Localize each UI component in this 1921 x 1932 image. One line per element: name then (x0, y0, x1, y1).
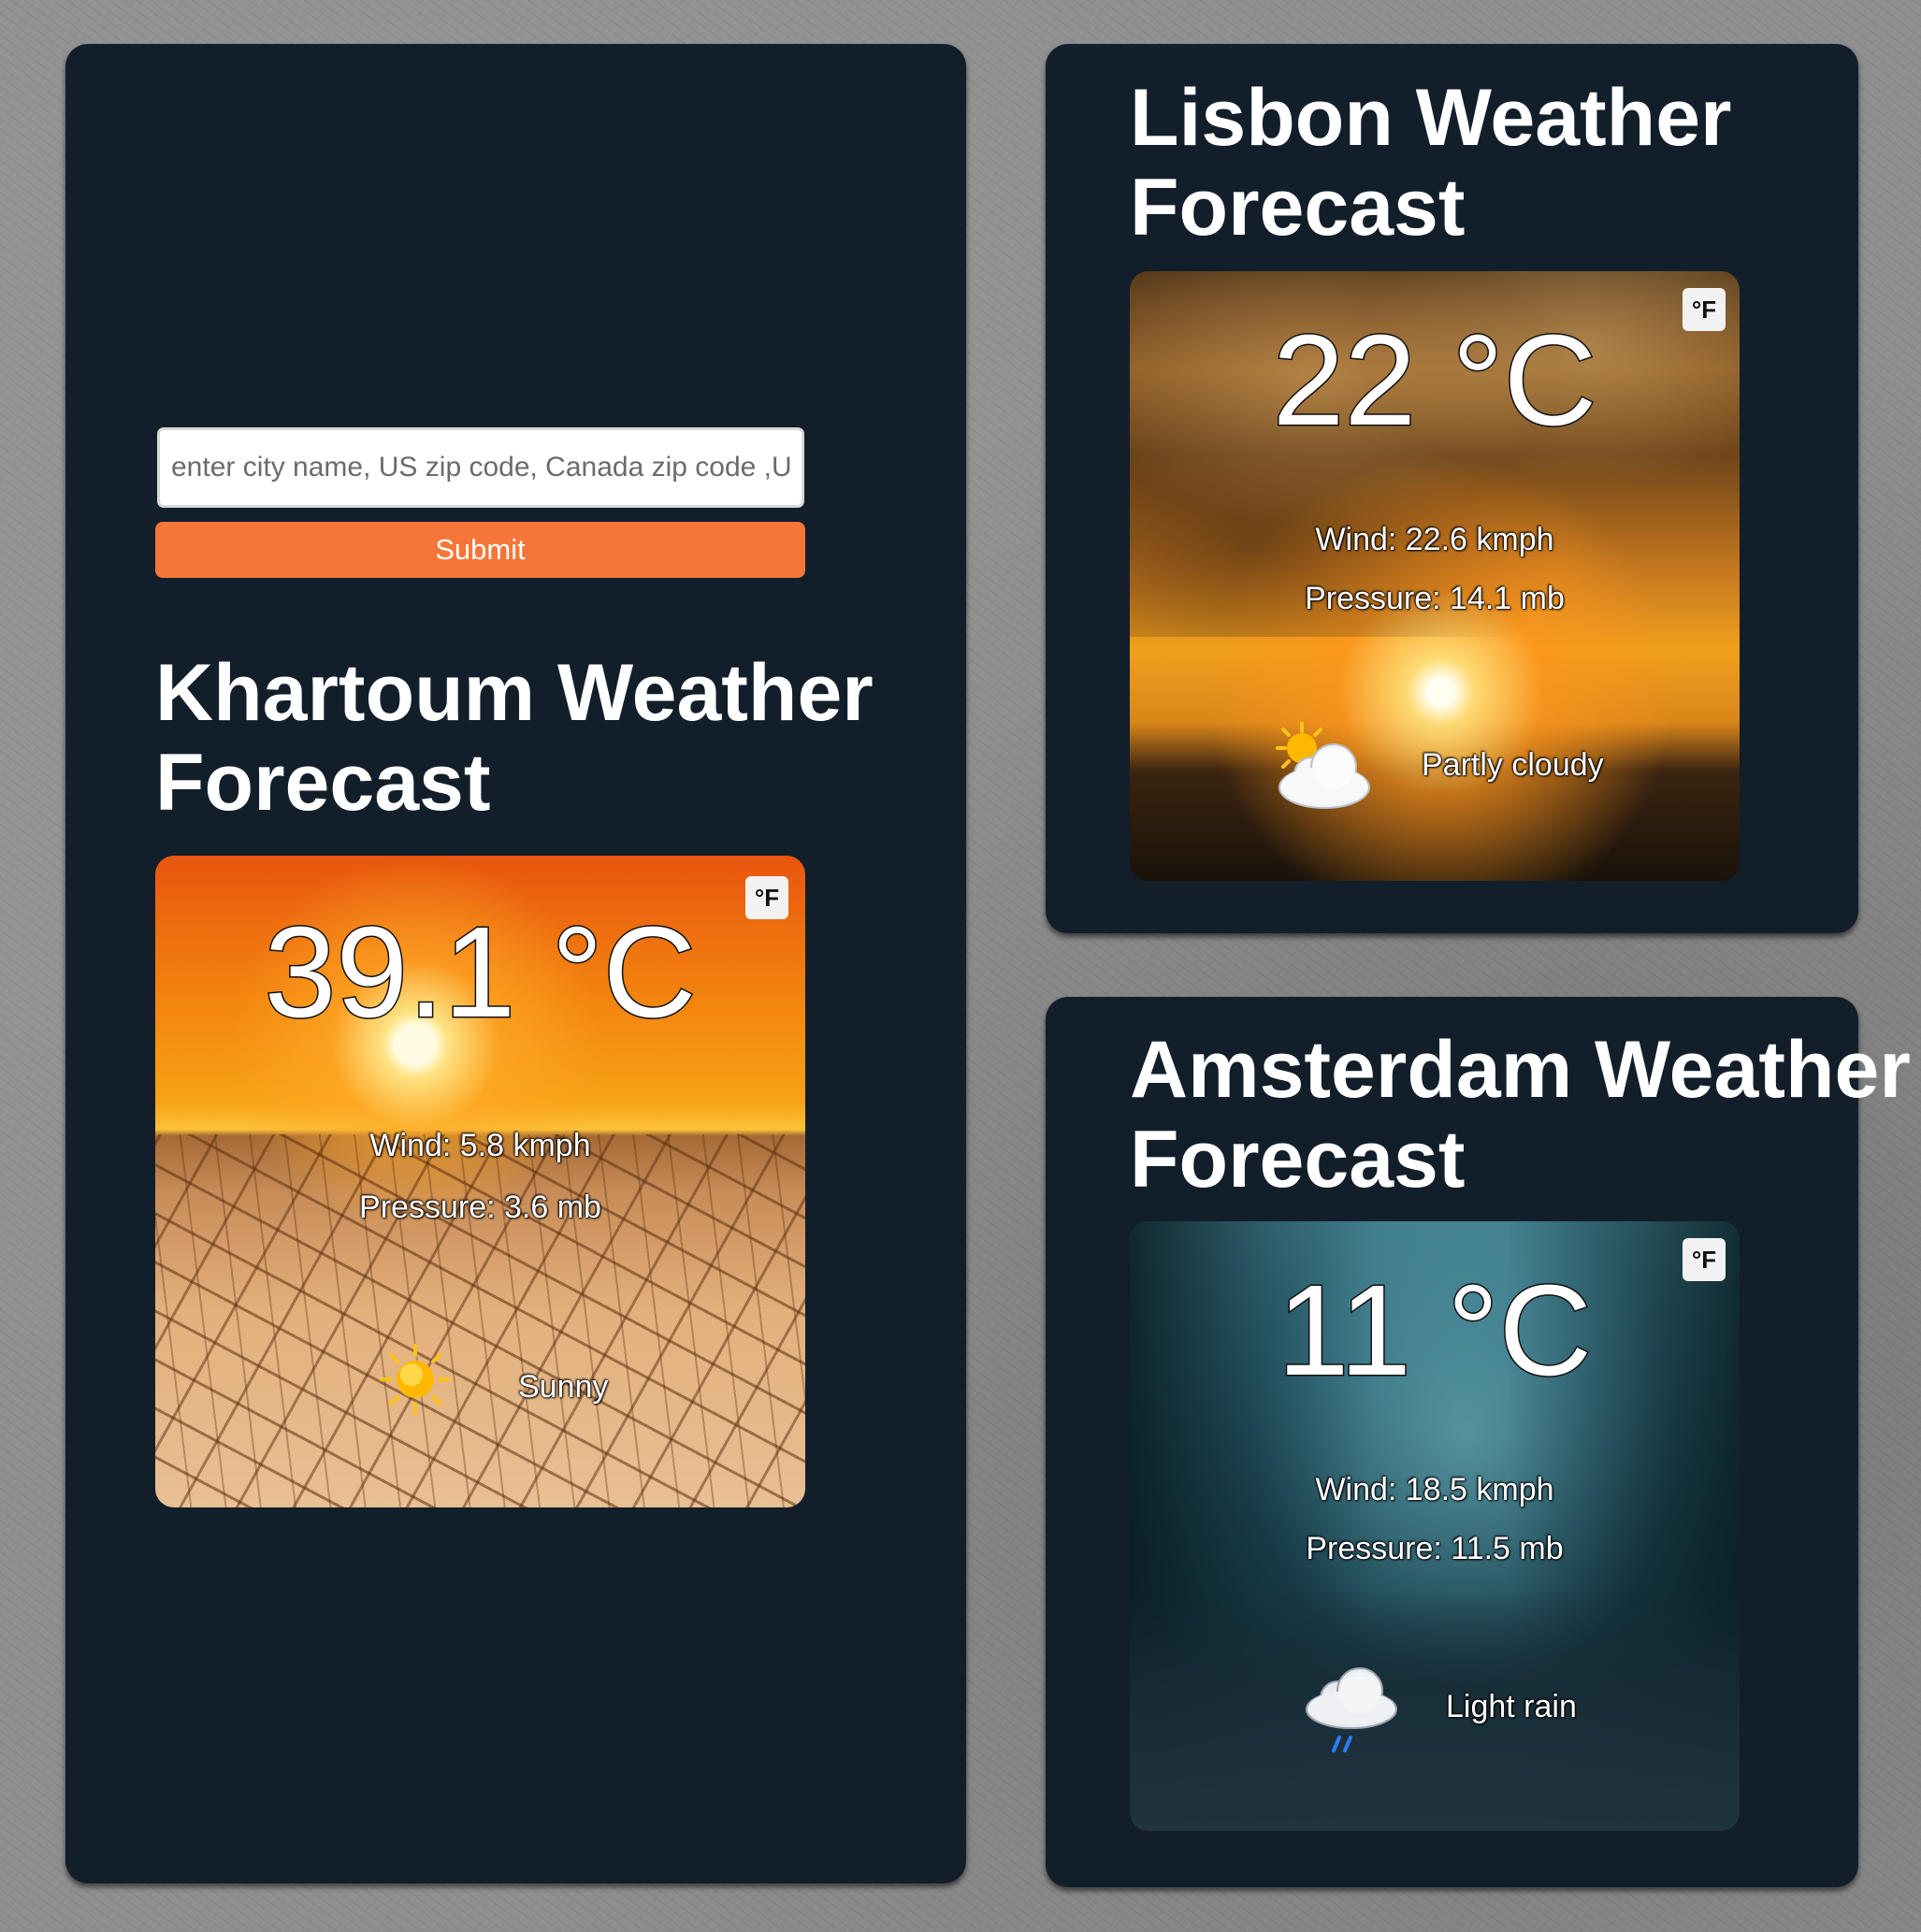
pressure-value: Pressure: 14.1 mb (1305, 581, 1565, 616)
partly-cloudy-icon (1276, 722, 1370, 809)
pressure-value: Pressure: 3.6 mb (359, 1189, 601, 1225)
condition-label: Light rain (1446, 1689, 1577, 1724)
khartoum-weather-card: °F 39.1 °C Wind: 5.8 kmph Pressure: 3.6 … (155, 856, 805, 1507)
background-road (1130, 1588, 1740, 1831)
sun-icon (380, 1344, 451, 1415)
wind-value: Wind: 22.6 kmph (1315, 522, 1554, 557)
temperature-value: 22 °C (1271, 309, 1598, 453)
light-rain-icon (1306, 1667, 1397, 1752)
amsterdam-weather-card: °F 11 °C Wind: 18.5 kmph Pressure: 11.5 … (1130, 1221, 1740, 1831)
condition-label: Sunny (518, 1369, 609, 1405)
heading-line: Amsterdam Weather (1130, 1025, 1911, 1115)
wind-value: Wind: 5.8 kmph (369, 1128, 591, 1163)
temperature-value: 39.1 °C (263, 901, 698, 1045)
submit-button[interactable]: Submit (155, 522, 805, 578)
heading-line: Lisbon Weather (1130, 73, 1732, 163)
city-search-input[interactable] (157, 427, 804, 508)
heading-line: Khartoum Weather (155, 648, 874, 738)
lisbon-heading: Lisbon Weather Forecast (1130, 73, 1732, 252)
heading-line: Forecast (155, 738, 491, 828)
condition-label: Partly cloudy (1422, 747, 1604, 783)
pressure-value: Pressure: 11.5 mb (1306, 1531, 1564, 1566)
wind-value: Wind: 18.5 kmph (1315, 1472, 1554, 1507)
temperature-value: 11 °C (1276, 1259, 1593, 1403)
khartoum-heading: Khartoum Weather Forecast (155, 648, 874, 828)
amsterdam-heading: Amsterdam Weather Forecast (1130, 1025, 1911, 1204)
heading-line: Forecast (1130, 163, 1466, 252)
lisbon-weather-card: °F 22 °C Wind: 22.6 kmph Pressure: 14.1 … (1130, 271, 1740, 881)
heading-line: Forecast (1130, 1115, 1466, 1204)
